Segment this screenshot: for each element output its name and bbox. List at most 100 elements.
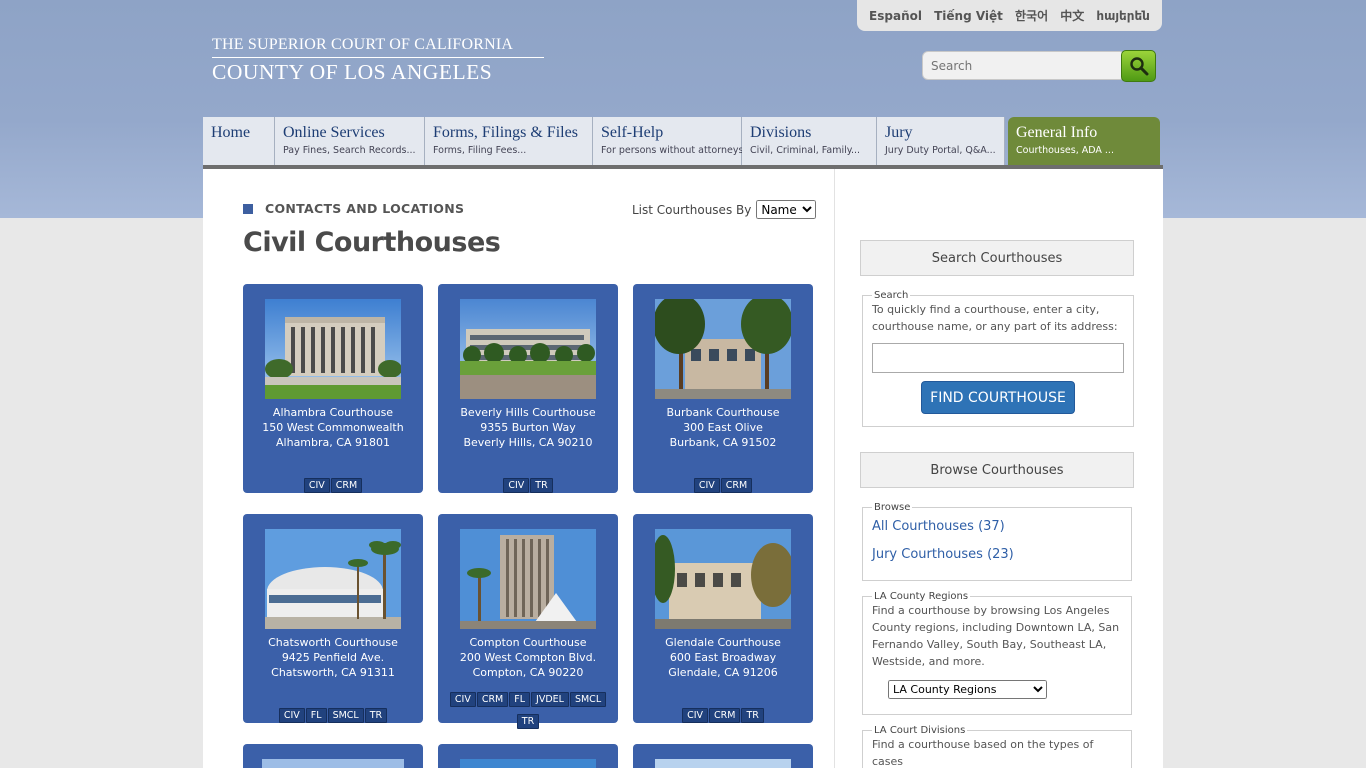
tag[interactable]: FL bbox=[509, 692, 531, 707]
nav-forms-sub: Forms, Filing Fees... bbox=[433, 145, 527, 156]
courthouse-name: Beverly Hills Courthouse bbox=[460, 406, 596, 419]
courthouse-search-input[interactable] bbox=[872, 343, 1124, 373]
nav-general-info-title: General Info bbox=[1016, 124, 1098, 141]
regions-select[interactable]: LA County Regions bbox=[888, 680, 1047, 699]
content-area: CONTACTS AND LOCATIONS List Courthouses … bbox=[203, 169, 1163, 768]
courthouse-card-chatsworth[interactable]: Chatsworth Courthouse 9425 Penfield Ave.… bbox=[243, 514, 423, 723]
nav-home[interactable]: Home bbox=[203, 117, 275, 165]
list-by-control: List Courthouses By Name bbox=[632, 200, 817, 219]
find-courthouse-button[interactable]: FIND COURTHOUSE bbox=[921, 381, 1075, 414]
lang-vietnamese[interactable]: Tiếng Việt bbox=[934, 9, 1003, 23]
tag[interactable]: CRM bbox=[330, 478, 363, 493]
search-input[interactable] bbox=[922, 51, 1126, 80]
search-legend: Search bbox=[874, 290, 909, 301]
nav-jury[interactable]: Jury Jury Duty Portal, Q&A... bbox=[877, 117, 1005, 165]
courthouse-photo bbox=[265, 529, 401, 629]
main-column: CONTACTS AND LOCATIONS List Courthouses … bbox=[203, 169, 835, 768]
regions-description: Find a courthouse by browsing Los Angele… bbox=[872, 604, 1120, 668]
section-heading-text: CONTACTS AND LOCATIONS bbox=[265, 201, 465, 216]
browse-courthouses-button[interactable]: Browse Courthouses bbox=[860, 452, 1134, 488]
logo-line2: COUNTY OF LOS ANGELES bbox=[212, 60, 493, 84]
courthouse-card-partial[interactable] bbox=[438, 744, 618, 768]
courthouse-card-glendale[interactable]: Glendale Courthouse 600 East Broadway Gl… bbox=[633, 514, 813, 723]
case-type-tags: CIV CRM bbox=[243, 473, 423, 495]
tag[interactable]: CIV bbox=[682, 708, 709, 723]
divisions-fieldset: LA Court Divisions Find a courthouse bas… bbox=[862, 725, 1132, 768]
tag[interactable]: CIV bbox=[303, 478, 330, 493]
nav-online-services-sub: Pay Fines, Search Records... bbox=[283, 145, 416, 156]
nav-divisions-sub: Civil, Criminal, Family... bbox=[750, 145, 861, 156]
tag[interactable]: FL bbox=[305, 708, 327, 723]
courthouse-card-beverly-hills[interactable]: Beverly Hills Courthouse 9355 Burton Way… bbox=[438, 284, 618, 493]
search-button[interactable] bbox=[1121, 50, 1156, 82]
courthouse-name: Alhambra Courthouse bbox=[272, 406, 394, 419]
courthouse-card-compton[interactable]: Compton Courthouse 200 West Compton Blvd… bbox=[438, 514, 618, 729]
list-by-label: List Courthouses By bbox=[632, 202, 752, 217]
tag[interactable]: CRM bbox=[476, 692, 509, 707]
courthouse-info: Chatsworth Courthouse 9425 Penfield Ave.… bbox=[243, 635, 423, 680]
tag[interactable]: CIV bbox=[693, 478, 720, 493]
courthouse-card-partial[interactable] bbox=[243, 744, 423, 768]
courthouse-photo bbox=[655, 759, 791, 768]
tag[interactable]: TR bbox=[530, 478, 553, 493]
divisions-legend: LA Court Divisions bbox=[874, 725, 966, 736]
courthouse-photo bbox=[262, 759, 404, 768]
courthouse-card-partial[interactable] bbox=[633, 744, 813, 768]
tag[interactable]: CIV bbox=[449, 692, 476, 707]
courthouse-city: Chatsworth, CA 91311 bbox=[271, 666, 395, 679]
tag[interactable]: CRM bbox=[720, 478, 753, 493]
courthouse-name: Burbank Courthouse bbox=[666, 406, 780, 419]
lang-armenian[interactable]: հայերեն bbox=[1096, 9, 1150, 23]
all-courthouses-link[interactable]: All Courthouses (37) bbox=[872, 513, 1122, 541]
tag[interactable]: TR bbox=[516, 714, 540, 729]
tag[interactable]: SMCL bbox=[327, 708, 364, 723]
courthouse-name: Compton Courthouse bbox=[469, 636, 587, 649]
tag[interactable]: SMCL bbox=[569, 692, 607, 707]
main-nav: Home Online Services Pay Fines, Search R… bbox=[203, 117, 1163, 169]
lang-chinese[interactable]: 中文 bbox=[1060, 7, 1084, 24]
section-heading: CONTACTS AND LOCATIONS bbox=[243, 201, 464, 216]
courthouse-photo bbox=[265, 299, 401, 399]
case-type-tags: CIV FL SMCL TR bbox=[243, 703, 423, 725]
nav-general-info[interactable]: General Info Courthouses, ADA ... bbox=[1008, 117, 1160, 165]
nav-forms-title: Forms, Filings & Files bbox=[433, 124, 578, 141]
nav-forms[interactable]: Forms, Filings & Files Forms, Filing Fee… bbox=[425, 117, 593, 165]
courthouse-photo bbox=[460, 299, 596, 399]
lang-espanol[interactable]: Español bbox=[869, 9, 922, 23]
courthouse-city: Burbank, CA 91502 bbox=[669, 436, 777, 449]
list-by-select[interactable]: Name bbox=[756, 200, 817, 219]
case-type-tags: CIV CRM FL JVDEL SMCL TR bbox=[438, 687, 618, 731]
tag[interactable]: TR bbox=[741, 708, 764, 723]
courthouse-name: Chatsworth Courthouse bbox=[268, 636, 398, 649]
courthouse-photo bbox=[655, 299, 791, 399]
site-logo[interactable]: THE SUPERIOR COURT OF CALIFORNIA COUNTY … bbox=[212, 36, 544, 85]
nav-online-services[interactable]: Online Services Pay Fines, Search Record… bbox=[275, 117, 425, 165]
nav-divisions[interactable]: Divisions Civil, Criminal, Family... bbox=[742, 117, 877, 165]
tag[interactable]: JVDEL bbox=[531, 692, 569, 707]
tag[interactable]: CRM bbox=[709, 708, 741, 723]
divisions-description: Find a courthouse based on the types of … bbox=[872, 738, 1094, 768]
courthouse-card-alhambra[interactable]: Alhambra Courthouse 150 West Commonwealt… bbox=[243, 284, 423, 493]
tag[interactable]: CIV bbox=[278, 708, 305, 723]
case-type-tags: CIV TR bbox=[438, 473, 618, 495]
tag[interactable]: CIV bbox=[503, 478, 530, 493]
nav-self-help[interactable]: Self-Help For persons without attorneys bbox=[593, 117, 743, 165]
regions-legend: LA County Regions bbox=[874, 591, 969, 602]
courthouse-address: 9355 Burton Way bbox=[480, 421, 576, 434]
courthouse-city: Alhambra, CA 91801 bbox=[276, 436, 390, 449]
jury-courthouses-link[interactable]: Jury Courthouses (23) bbox=[872, 541, 1122, 569]
courthouse-address: 300 East Olive bbox=[683, 421, 763, 434]
courthouse-address: 200 West Compton Blvd. bbox=[459, 651, 597, 664]
nav-self-help-title: Self-Help bbox=[601, 124, 664, 141]
courthouse-info: Glendale Courthouse 600 East Broadway Gl… bbox=[633, 635, 813, 680]
lang-korean[interactable]: 한국어 bbox=[1015, 7, 1048, 24]
courthouse-info: Beverly Hills Courthouse 9355 Burton Way… bbox=[438, 405, 618, 450]
case-type-tags: CIV CRM bbox=[633, 473, 813, 495]
search-courthouses-button[interactable]: Search Courthouses bbox=[860, 240, 1134, 276]
courthouse-card-burbank[interactable]: Burbank Courthouse 300 East Olive Burban… bbox=[633, 284, 813, 493]
browse-fieldset: Browse All Courthouses (37) Jury Courtho… bbox=[862, 502, 1132, 581]
tag[interactable]: TR bbox=[364, 708, 388, 723]
regions-fieldset: LA County Regions Find a courthouse by b… bbox=[862, 591, 1132, 715]
courthouse-address: 600 East Broadway bbox=[669, 651, 777, 664]
search-fieldset: Search To quickly find a courthouse, ent… bbox=[862, 290, 1134, 427]
